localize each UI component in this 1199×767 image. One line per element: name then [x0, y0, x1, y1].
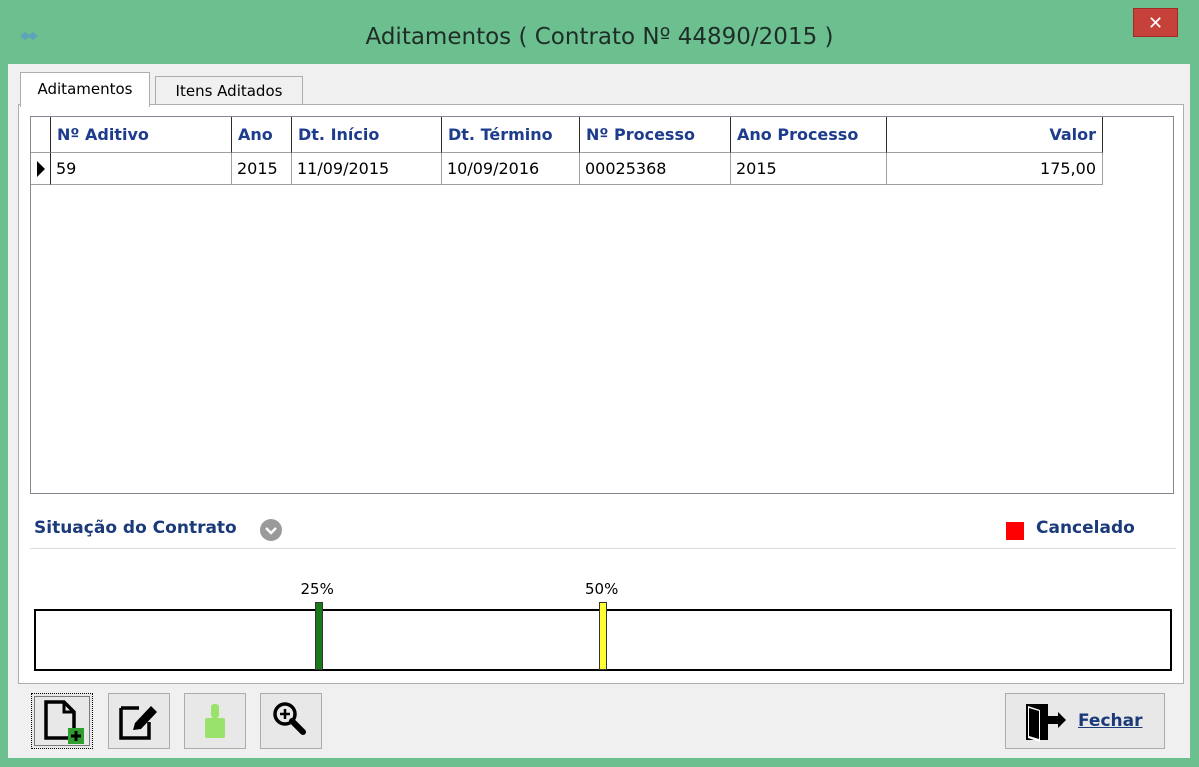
zoom-in-icon: [273, 702, 306, 735]
clear-brush-icon: [205, 704, 225, 738]
exit-door-icon: [1026, 704, 1066, 742]
table-cell[interactable]: 11/09/2015: [292, 153, 442, 185]
column-header-numero-processo[interactable]: Nº Processo: [580, 117, 731, 153]
table-cell[interactable]: 2015: [232, 153, 292, 185]
column-header-dt-termino[interactable]: Dt. Término: [442, 117, 580, 153]
chevron-down-icon[interactable]: [259, 518, 283, 542]
row-indicator: [31, 153, 51, 185]
current-row-arrow-icon: [37, 161, 45, 177]
status-label: Cancelado: [1036, 518, 1135, 538]
table-cell[interactable]: 00025368: [580, 153, 731, 185]
edit-icon: [119, 706, 157, 740]
column-header-ano-processo[interactable]: Ano Processo: [731, 117, 887, 153]
table-cell[interactable]: 175,00: [887, 153, 1103, 185]
table-cell[interactable]: 2015: [731, 153, 887, 185]
clear-button[interactable]: [184, 693, 246, 749]
column-header-dt-inicio[interactable]: Dt. Início: [292, 117, 442, 153]
fechar-button[interactable]: Fechar: [1005, 693, 1165, 749]
search-button[interactable]: [260, 693, 322, 749]
window: Aditamentos ( Contrato Nº 44890/2015 ) ✕…: [0, 0, 1199, 767]
marker-25: [314, 602, 323, 670]
close-window-button[interactable]: ✕: [1133, 8, 1178, 37]
window-title: Aditamentos ( Contrato Nº 44890/2015 ): [365, 24, 834, 50]
fechar-label: Fechar: [1078, 711, 1143, 731]
column-header-valor[interactable]: Valor: [887, 117, 1103, 153]
edit-aditivo-button[interactable]: [108, 693, 170, 749]
column-header-ano[interactable]: Ano: [232, 117, 292, 153]
marker-label-25: 25%: [300, 580, 334, 598]
new-aditivo-button[interactable]: [31, 693, 93, 749]
marker-label-50: 50%: [585, 580, 619, 598]
title-bar[interactable]: Aditamentos ( Contrato Nº 44890/2015 ) ✕: [0, 0, 1199, 64]
section-divider: [30, 548, 1176, 549]
situacao-title: Situação do Contrato: [34, 518, 237, 538]
column-header-numero-aditivo[interactable]: Nº Aditivo: [51, 117, 232, 153]
grid-header-indicator: [31, 117, 51, 153]
aditivos-grid[interactable]: Nº Aditivo Ano Dt. Início Dt. Término Nº…: [30, 116, 1174, 494]
table-cell[interactable]: 59: [51, 153, 232, 185]
tab-aditamentos[interactable]: Aditamentos: [20, 72, 150, 107]
marker-50: [599, 602, 607, 670]
tab-itens-aditados[interactable]: Itens Aditados: [155, 76, 303, 105]
new-document-icon: [44, 700, 84, 744]
table-cell[interactable]: 10/09/2016: [442, 153, 580, 185]
status-color-swatch: [1006, 522, 1024, 540]
